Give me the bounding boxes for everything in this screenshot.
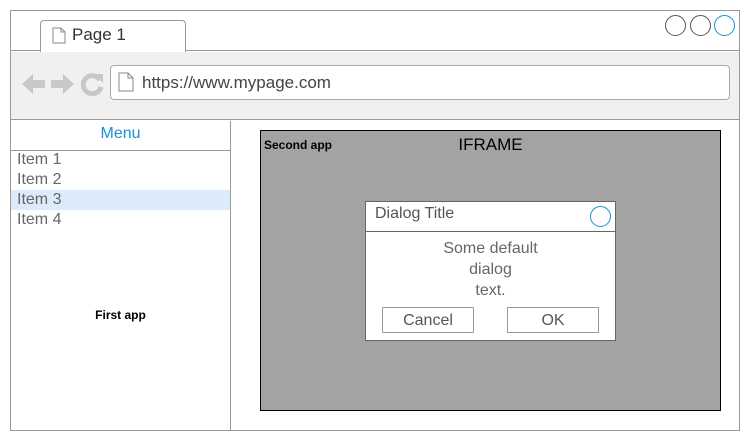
back-arrow-icon[interactable] bbox=[22, 72, 46, 96]
dialog-text-line-3: text. bbox=[475, 282, 506, 299]
menu-item-1[interactable]: Item 1 bbox=[11, 150, 230, 170]
close-window-button[interactable] bbox=[714, 15, 735, 36]
iframe-label: IFRAME bbox=[458, 135, 523, 154]
menu-title: Menu bbox=[100, 125, 141, 142]
dialog-text-line-1: Some default bbox=[443, 240, 538, 257]
maximize-button[interactable] bbox=[690, 15, 711, 36]
page-icon bbox=[118, 72, 134, 92]
cancel-button[interactable]: Cancel bbox=[382, 307, 474, 333]
minimize-button[interactable] bbox=[665, 15, 686, 36]
url-text: https://www.mypage.com bbox=[142, 73, 331, 92]
dialog-title: Dialog Title bbox=[375, 205, 455, 222]
menu-item-4[interactable]: Item 4 bbox=[11, 210, 230, 230]
menu-item-3[interactable]: Item 3 bbox=[11, 190, 230, 210]
forward-arrow-icon[interactable] bbox=[50, 72, 74, 96]
tab-label: Page 1 bbox=[72, 25, 126, 44]
dialog-close-button[interactable] bbox=[590, 206, 611, 227]
reload-icon[interactable] bbox=[80, 72, 104, 96]
ok-button[interactable]: OK bbox=[507, 307, 599, 333]
dialog-header-divider bbox=[365, 231, 616, 232]
dialog-text-line-2: dialog bbox=[469, 261, 512, 278]
menu-item-2[interactable]: Item 2 bbox=[11, 170, 230, 190]
page-icon bbox=[52, 27, 66, 44]
dialog-text: Some default dialog text. bbox=[365, 238, 616, 301]
first-app-label: First app bbox=[95, 308, 146, 322]
